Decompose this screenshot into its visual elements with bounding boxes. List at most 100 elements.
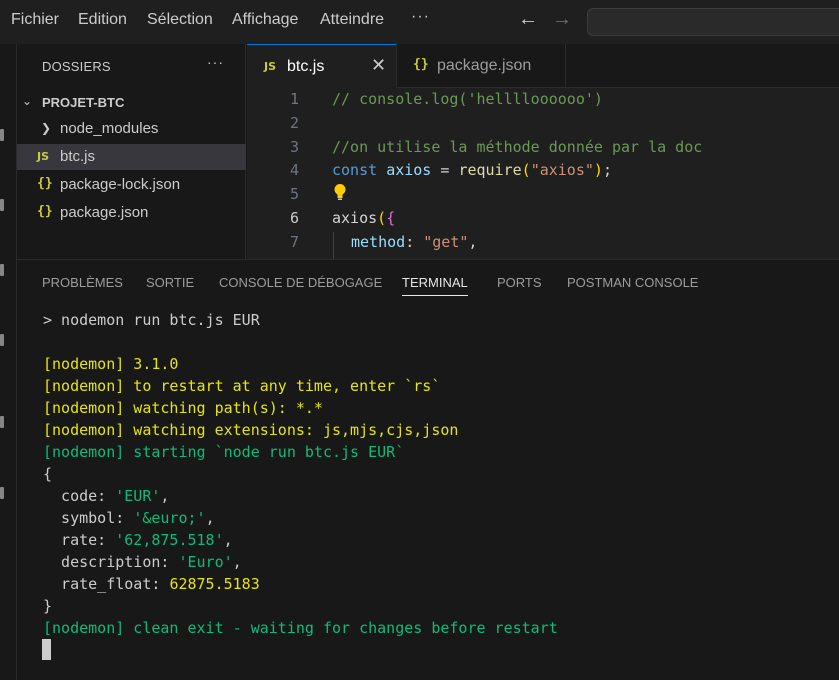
tab-btc-js[interactable]: JS btc.js ✕ (247, 44, 397, 89)
code-line: 7 method: "get", (247, 231, 839, 254)
line-number: 7 (289, 233, 299, 251)
activity-marker (0, 264, 4, 276)
tree-item-label: package.json (60, 204, 149, 221)
tree-item-package-json[interactable]: {} package.json (17, 200, 246, 226)
punctuation: : (405, 233, 424, 251)
terminal-line: symbol: '&euro;', (43, 509, 215, 531)
menu-atteindre[interactable]: Atteindre (320, 11, 384, 29)
panel-tab-postman-console[interactable]: POSTMAN CONSOLE (567, 275, 698, 290)
panel-tab-terminal[interactable]: TERMINAL (402, 275, 468, 290)
panel-tab-ports[interactable]: PORTS (497, 275, 542, 290)
code-text: //on utilise la méthode donnée par la do… (332, 138, 703, 156)
activity-marker (0, 199, 4, 211)
terminal-line: [nodemon] 3.1.0 (43, 355, 179, 373)
punctuation: , (232, 553, 242, 571)
tree-item-package-lock-json[interactable]: {} package-lock.json (17, 172, 246, 198)
terminal-line: description: 'Euro', (43, 553, 242, 575)
menu-fichier[interactable]: Fichier (11, 11, 59, 29)
line-number: 1 (289, 90, 299, 108)
keyword: const (332, 161, 378, 179)
explorer-more-icon[interactable]: ··· (207, 54, 224, 70)
code-text: // console.log('helllloooooo') (332, 90, 603, 108)
string-value: 'Euro' (178, 553, 233, 571)
string-value: '&euro;' (133, 509, 206, 527)
menu-affichage[interactable]: Affichage (232, 11, 298, 29)
bracket: ) (593, 161, 603, 179)
close-icon[interactable]: ✕ (371, 55, 386, 76)
terminal-line: rate: '62,875.518', (43, 531, 233, 553)
bracket: ( (377, 209, 387, 227)
code-editor[interactable]: 1 // console.log('helllloooooo') 2 3 //o… (247, 88, 839, 259)
panel-tab-problems[interactable]: PROBLÈMES (42, 275, 123, 290)
command-center-search[interactable] (587, 8, 839, 36)
json-file-icon: {} (37, 176, 53, 191)
terminal-line: [nodemon] to restart at any time, enter … (43, 377, 441, 395)
title-bar: Fichier Edition Sélection Affichage Atte… (0, 0, 839, 44)
code-line: 1 // console.log('helllloooooo') (247, 88, 839, 111)
object-key: symbol: (43, 509, 134, 527)
panel-tab-output[interactable]: SORTIE (146, 275, 194, 290)
identifier: axios (332, 209, 378, 227)
tab-label: btc.js (287, 58, 325, 75)
operator: = (431, 161, 459, 179)
punctuation: , (160, 487, 170, 505)
js-file-icon: JS (264, 60, 277, 73)
punctuation: , (468, 233, 478, 251)
tree-item-node-modules[interactable]: ❯ node_modules (17, 116, 246, 142)
punctuation: , (205, 509, 215, 527)
tree-item-label: node_modules (60, 120, 159, 137)
line-number: 3 (289, 138, 299, 156)
property: method (351, 233, 406, 251)
terminal-line: > nodemon run btc.js EUR (43, 311, 260, 329)
variable: axios (386, 161, 432, 179)
object-key: rate: (43, 531, 116, 549)
tab-label: package.json (437, 57, 532, 74)
terminal-line: code: 'EUR', (43, 487, 169, 509)
tree-item-btc-js[interactable]: JS btc.js (17, 144, 246, 170)
line-number: 2 (289, 114, 299, 132)
code-line: 2 (247, 112, 839, 135)
object-key: code: (43, 487, 116, 505)
tree-item-label: btc.js (60, 148, 96, 165)
explorer-sidebar: DOSSIERS ··· ⌄ PROJET-BTC ❯ node_modules… (17, 44, 246, 259)
back-arrow-icon[interactable]: ← (518, 8, 538, 31)
menu-selection[interactable]: Sélection (147, 11, 213, 29)
activity-marker (0, 129, 4, 141)
function-name: require (458, 161, 522, 179)
chevron-down-icon: ⌄ (22, 94, 33, 108)
terminal-line: { (43, 465, 53, 483)
object-key: rate_float: (43, 575, 170, 593)
bracket: ( (521, 161, 531, 179)
punctuation: ; (602, 161, 612, 179)
string-value: '62,875.518' (115, 531, 224, 549)
forward-arrow-icon[interactable]: → (552, 8, 572, 31)
indent-guide (333, 232, 334, 259)
punctuation: , (223, 531, 233, 549)
brace: { (386, 209, 396, 227)
bottom-panel: PROBLÈMES SORTIE CONSOLE DE DÉBOGAGE TER… (17, 259, 839, 680)
tree-root-folder[interactable]: ⌄ PROJET-BTC (17, 89, 246, 115)
code-line: 4 const axios = require("axios"); (247, 159, 839, 182)
explorer-title: DOSSIERS (42, 59, 111, 74)
terminal-line: [nodemon] starting `node run btc.js EUR` (43, 443, 405, 461)
json-file-icon: {} (37, 204, 53, 219)
terminal-line: } (43, 597, 53, 615)
menu-more-icon[interactable]: ··· (411, 8, 430, 26)
string: "axios" (530, 161, 594, 179)
code-text: axios({ (332, 209, 395, 227)
object-key: description: (43, 553, 179, 571)
terminal-line: [nodemon] watching path(s): *.* (43, 399, 323, 417)
terminal-cursor (42, 639, 51, 660)
terminal-line: [nodemon] watching extensions: js,mjs,cj… (43, 421, 459, 439)
panel-tab-debug-console[interactable]: CONSOLE DE DÉBOGAGE (219, 275, 382, 290)
tab-package-json[interactable]: {} package.json (397, 44, 566, 88)
activity-marker (0, 334, 4, 346)
string: "get" (423, 233, 469, 251)
code-text: const axios = require("axios"); (332, 161, 612, 179)
string-value: 'EUR' (115, 487, 161, 505)
terminal-line: rate_float: 62875.5183 (43, 575, 260, 597)
lightbulb-icon[interactable] (333, 183, 347, 201)
activity-bar (0, 44, 17, 680)
menu-edition[interactable]: Edition (78, 11, 127, 29)
editor-tab-bar: JS btc.js ✕ {} package.json (247, 44, 839, 89)
